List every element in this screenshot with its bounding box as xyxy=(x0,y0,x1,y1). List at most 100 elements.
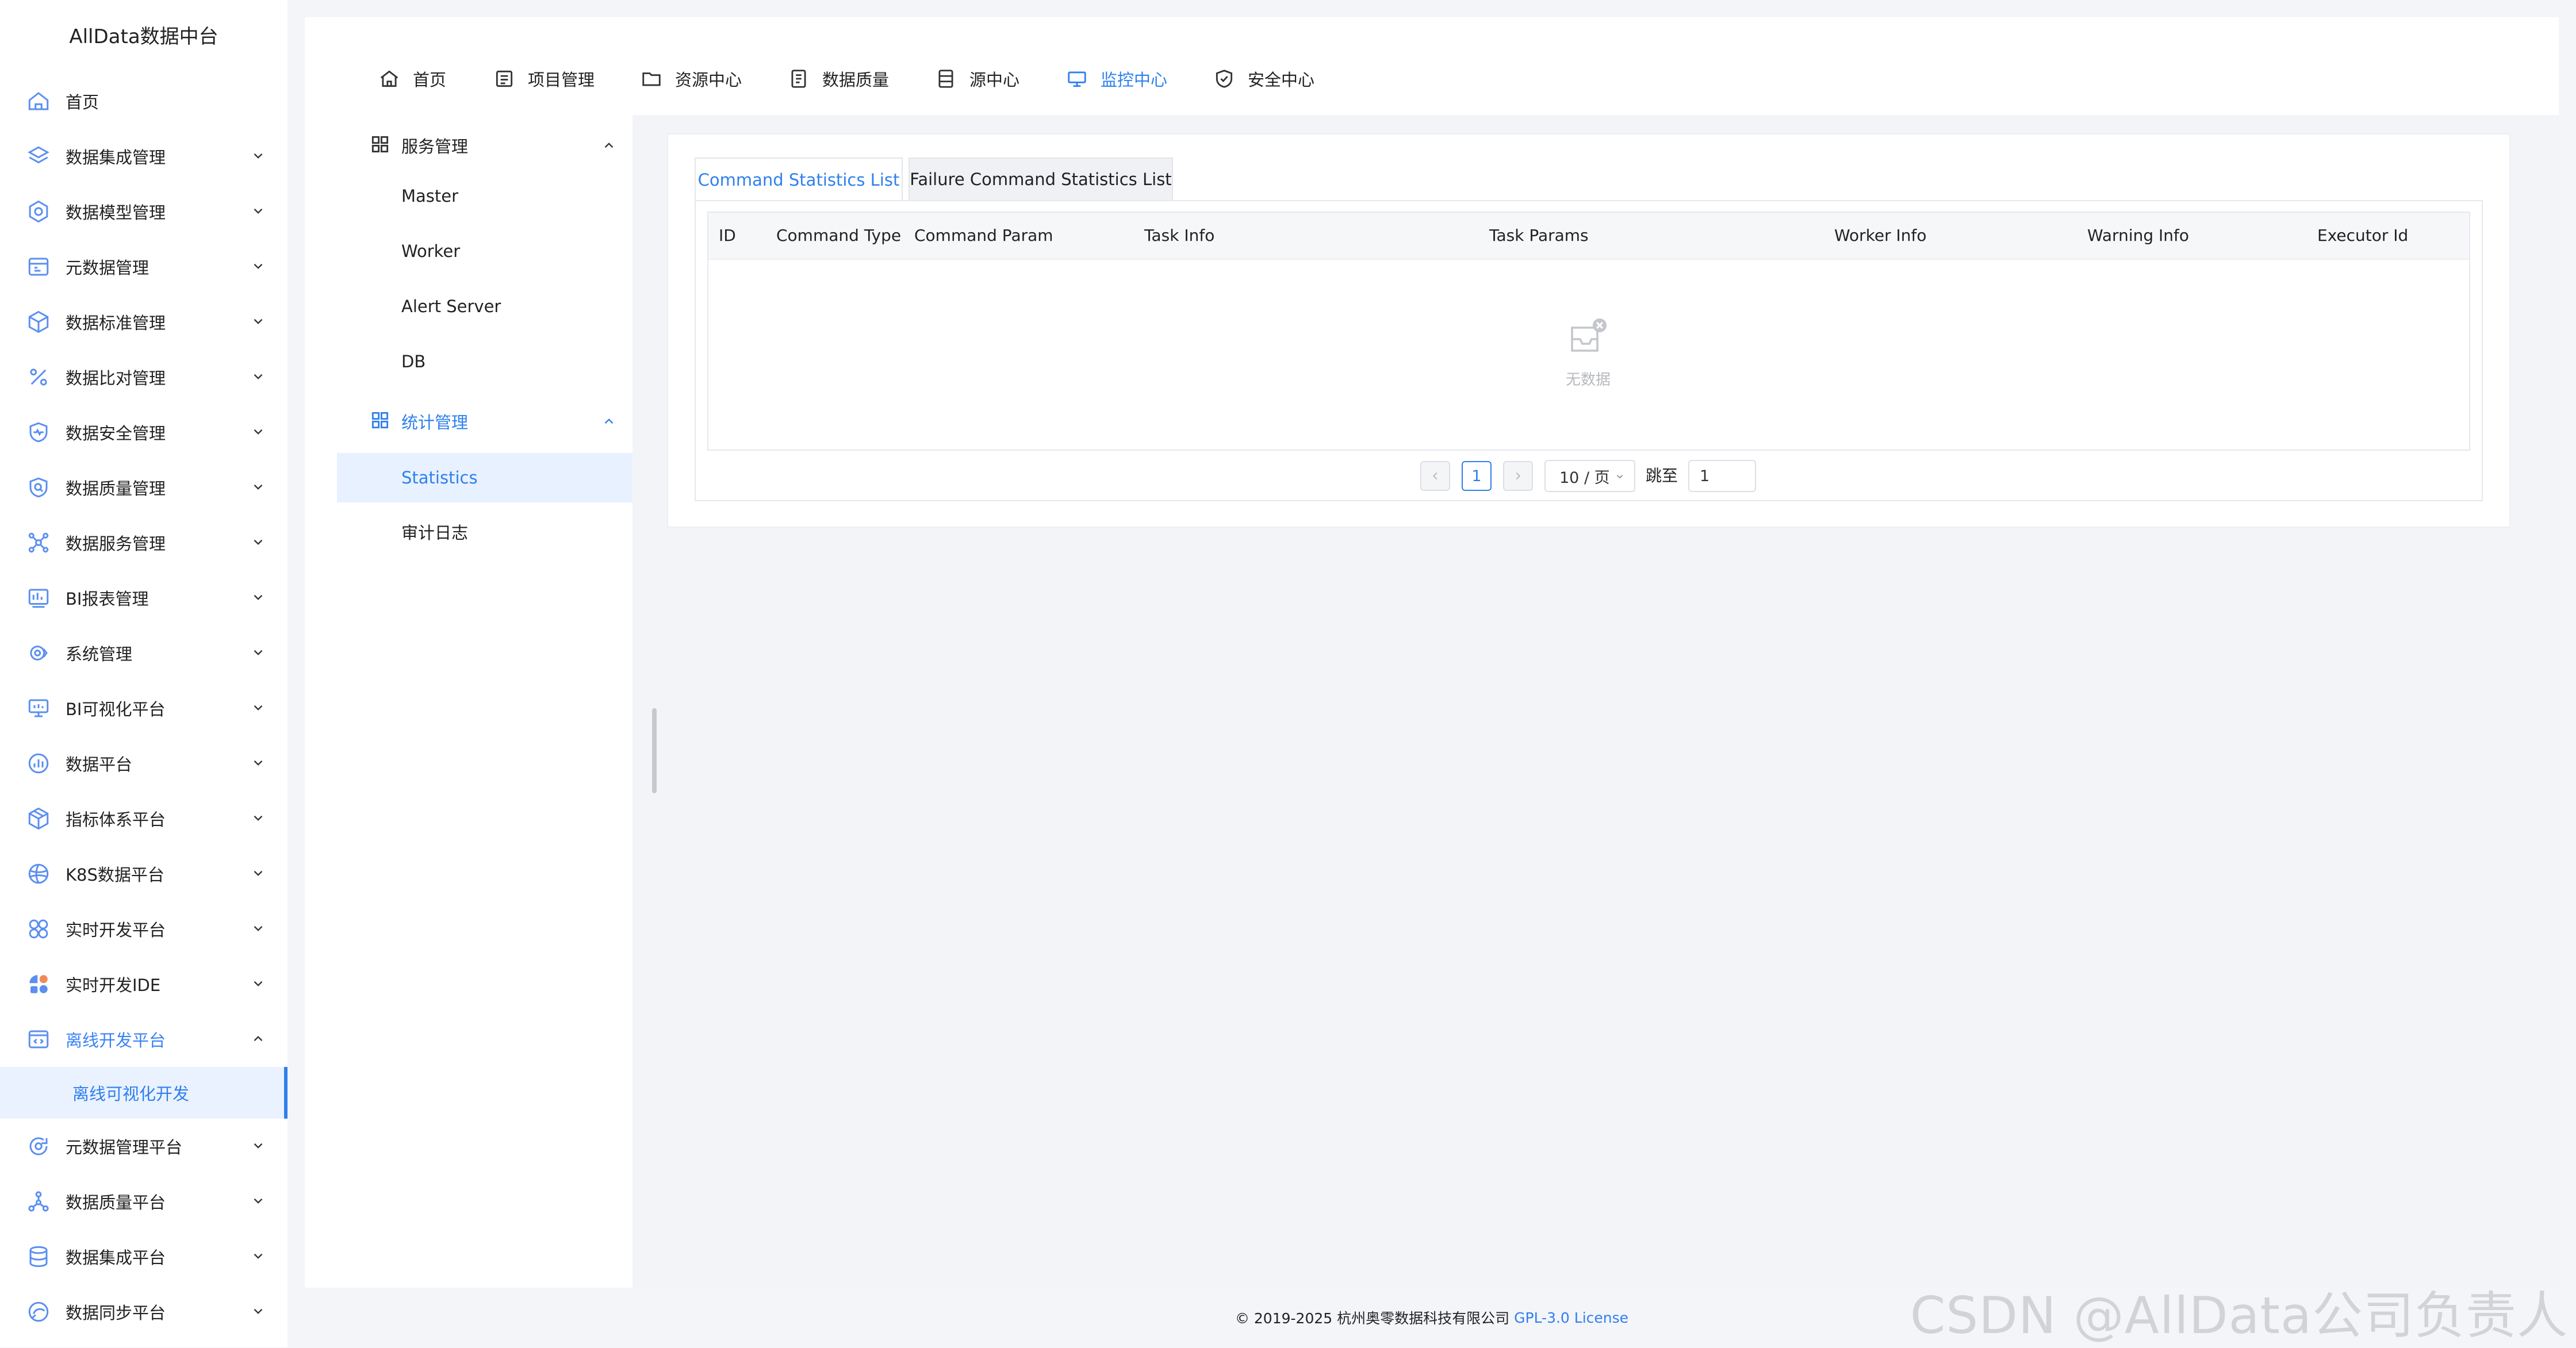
nav-home[interactable]: 首页 xyxy=(378,64,446,93)
menu-item-db[interactable]: DB xyxy=(337,337,632,386)
shield-search-icon xyxy=(26,475,51,500)
table-header: ID Command Type Command Param Task Info … xyxy=(708,213,2469,260)
sidebar-item-label: 系统管理 xyxy=(66,644,133,664)
menu-group-statistics[interactable]: 统计管理 xyxy=(329,395,632,447)
sidebar-item-bi-visual[interactable]: BI可视化平台 xyxy=(0,681,288,736)
sidebar-item-bi-report[interactable]: BI报表管理 xyxy=(0,570,288,625)
menu-item-label: DB xyxy=(401,352,426,371)
chevron-up-icon xyxy=(604,143,614,148)
menu-item-master[interactable]: Master xyxy=(337,171,632,221)
nav-security[interactable]: 安全中心 xyxy=(1213,64,1314,93)
tab-command-statistics[interactable]: Command Statistics List xyxy=(695,158,903,201)
jump-label: 跳至 xyxy=(1646,466,1678,485)
sidebar-item-offline[interactable]: 离线开发平台 xyxy=(0,1012,288,1067)
nav-source[interactable]: 源中心 xyxy=(935,64,1019,93)
box-icon xyxy=(26,807,51,831)
sidebar-item-service[interactable]: 数据服务管理 xyxy=(0,515,288,570)
chevron-up-icon xyxy=(604,418,614,424)
sidebar-item-realtime-ide[interactable]: 实时开发IDE xyxy=(0,957,288,1012)
cube-icon xyxy=(26,310,51,334)
gear-code-icon xyxy=(26,641,51,665)
sidebar-item-k8s[interactable]: K8S数据平台 xyxy=(0,846,288,901)
chevron-down-icon xyxy=(254,374,263,379)
sidebar-item-label: 数据服务管理 xyxy=(66,534,166,554)
sidebar-item-quality-platform[interactable]: 数据质量平台 xyxy=(0,1174,288,1229)
sidebar: AllData数据中台 首页 数据集成管理 数据模型管理 元数据管理 数据标准管… xyxy=(0,0,288,1347)
sidebar-item-label: 数据集成平台 xyxy=(66,1248,166,1268)
sidebar-item-label: 实时开发IDE xyxy=(66,976,161,995)
command-table: ID Command Type Command Param Task Info … xyxy=(707,212,2470,451)
monitor-icon xyxy=(1068,71,1086,87)
sidebar-item-label: 数据质量管理 xyxy=(66,479,166,498)
chevron-down-icon xyxy=(254,539,263,545)
code-window-icon xyxy=(26,1027,51,1051)
sidebar-item-label: 数据集成管理 xyxy=(66,148,166,167)
column-header: Executor Id xyxy=(2317,226,2409,245)
sidebar-item-label: BI可视化平台 xyxy=(66,700,166,719)
page-number-button[interactable]: 1 xyxy=(1462,461,1492,491)
sidebar-item-standard[interactable]: 数据标准管理 xyxy=(0,294,288,350)
sidebar-item-sync-platform[interactable]: 数据同步平台 xyxy=(0,1284,288,1339)
grid-icon xyxy=(371,136,389,153)
next-page-button[interactable] xyxy=(1503,461,1533,491)
column-header: Command Param xyxy=(914,226,1053,245)
column-header: Worker Info xyxy=(1834,226,1927,245)
chevron-down-icon xyxy=(254,429,263,435)
grid-icon xyxy=(371,412,389,429)
sidebar-item-label: 数据质量平台 xyxy=(66,1193,166,1212)
settings-hex-icon xyxy=(26,199,51,224)
nav-resource[interactable]: 资源中心 xyxy=(641,64,742,93)
database-icon xyxy=(26,1245,51,1269)
folder-icon xyxy=(642,72,661,86)
menu-group-service[interactable]: 服务管理 xyxy=(329,120,632,171)
column-header: Task Info xyxy=(1144,226,1215,245)
nav-monitor[interactable]: 监控中心 xyxy=(1066,64,1167,93)
menu-item-audit-log[interactable]: 审计日志 xyxy=(337,507,632,556)
monitor-menu: 服务管理 Master Worker Alert Server DB 统计管理 … xyxy=(329,115,632,1288)
app-root: AllData数据中台 首页 数据集成管理 数据模型管理 元数据管理 数据标准管… xyxy=(0,0,2576,1347)
page-size-select[interactable]: 10 / 页 xyxy=(1544,460,1635,492)
nav-label: 安全中心 xyxy=(1248,70,1315,90)
sidebar-item-model[interactable]: 数据模型管理 xyxy=(0,184,288,239)
sidebar-item-quality[interactable]: 数据质量管理 xyxy=(0,460,288,515)
resize-handle[interactable] xyxy=(652,708,657,793)
chevron-down-icon xyxy=(254,1308,263,1314)
empty-text: 无数据 xyxy=(1565,371,1611,389)
menu-item-worker[interactable]: Worker xyxy=(337,226,632,276)
sidebar-item-metadata-platform[interactable]: 元数据管理平台 xyxy=(0,1119,288,1174)
chevron-down-icon xyxy=(254,153,263,159)
sidebar-item-system[interactable]: 系统管理 xyxy=(0,625,288,681)
sidebar-item-compare[interactable]: 数据比对管理 xyxy=(0,350,288,405)
sidebar-item-realtime[interactable]: 实时开发平台 xyxy=(0,901,288,957)
sidebar-item-label: 指标体系平台 xyxy=(66,810,166,829)
chevron-down-icon xyxy=(1616,475,1623,479)
nav-label: 源中心 xyxy=(969,70,1020,90)
menu-item-statistics[interactable]: Statistics xyxy=(337,453,632,502)
sidebar-item-home[interactable]: 首页 xyxy=(0,74,288,129)
chevron-down-icon xyxy=(254,263,263,269)
monitor-icon xyxy=(26,696,51,720)
sidebar-item-label: 数据标准管理 xyxy=(66,313,166,333)
menu-group-label: 服务管理 xyxy=(401,137,469,156)
nav-quality[interactable]: 数据质量 xyxy=(788,64,889,93)
sidebar-item-indicator[interactable]: 指标体系平台 xyxy=(0,791,288,846)
license-link[interactable]: GPL-3.0 License xyxy=(1514,1309,1628,1326)
report-icon xyxy=(26,586,51,610)
sidebar-item-data-platform[interactable]: 数据平台 xyxy=(0,736,288,791)
sidebar-item-security[interactable]: 数据安全管理 xyxy=(0,405,288,460)
chevron-down-icon xyxy=(254,705,263,711)
sidebar-item-metadata[interactable]: 元数据管理 xyxy=(0,239,288,294)
sidebar-subitem-offline-visual[interactable]: 离线可视化开发 xyxy=(0,1067,288,1119)
sidebar-item-label: 首页 xyxy=(66,93,99,112)
nav-label: 监控中心 xyxy=(1101,70,1168,90)
menu-item-alert-server[interactable]: Alert Server xyxy=(337,282,632,331)
tab-failure-command-statistics[interactable]: Failure Command Statistics List xyxy=(908,158,1173,201)
sidebar-item-integration[interactable]: 数据集成管理 xyxy=(0,129,288,184)
jump-page-input[interactable] xyxy=(1688,460,1756,492)
chevron-down-icon xyxy=(254,815,263,821)
empty-inbox-icon xyxy=(1571,318,1607,352)
sidebar-item-integration-platform[interactable]: 数据集成平台 xyxy=(0,1229,288,1284)
chevron-down-icon xyxy=(254,1198,263,1204)
nav-project[interactable]: 项目管理 xyxy=(493,64,595,93)
prev-page-button[interactable] xyxy=(1420,461,1450,491)
